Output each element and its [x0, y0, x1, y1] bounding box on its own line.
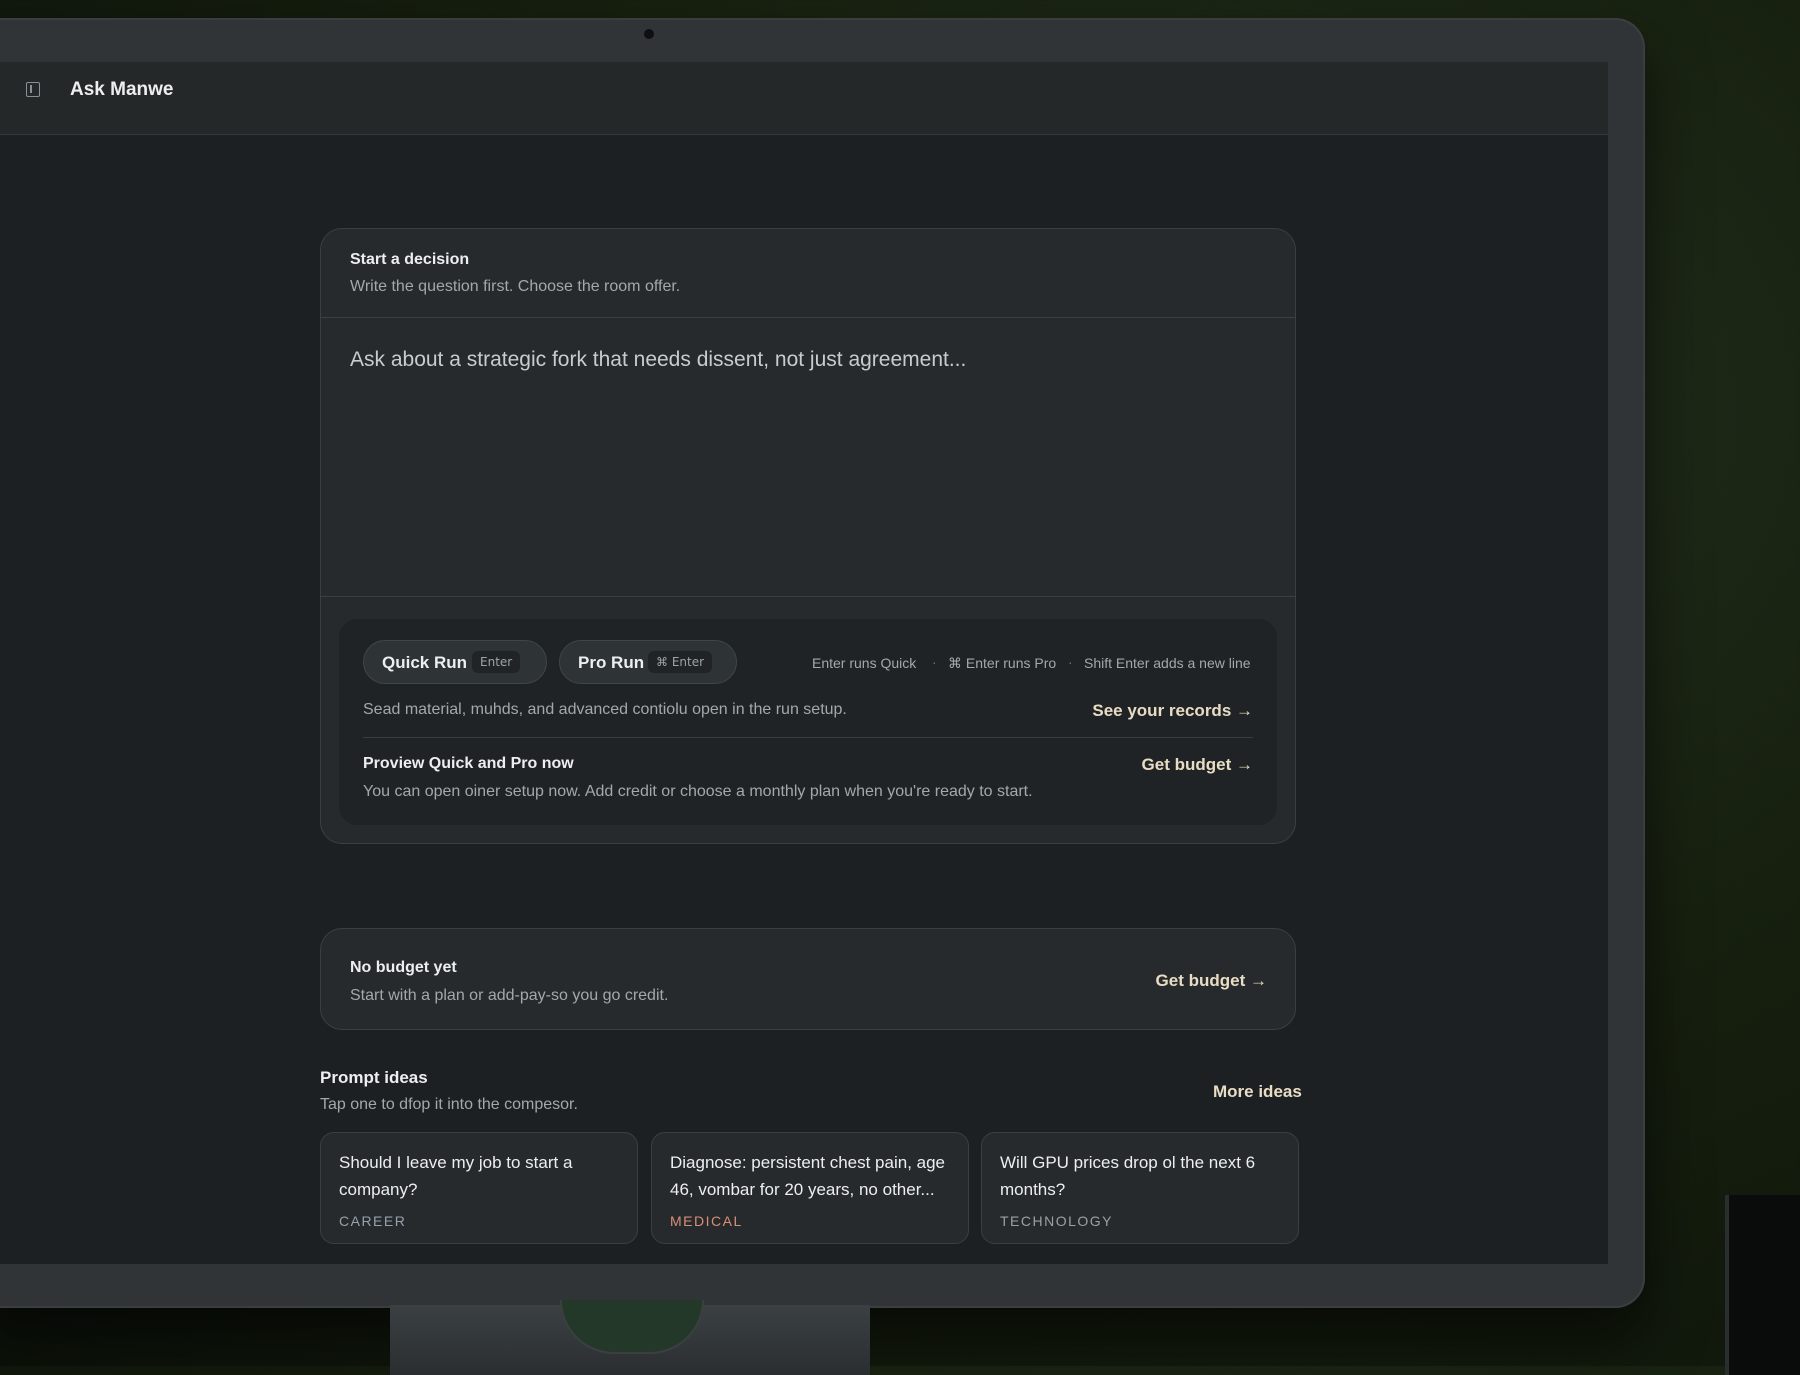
prompt-idea-card[interactable]: Will GPU prices drop ol the next 6 month…	[981, 1132, 1299, 1244]
prompt-idea-text: Diagnose: persistent chest pain, age 46,…	[670, 1153, 946, 1199]
more-ideas-link[interactable]: More ideas	[1213, 1082, 1302, 1102]
budget-title: No budget yet	[350, 959, 457, 976]
pro-run-button[interactable]: Pro Run ⌘ Enter	[559, 640, 737, 684]
decision-composer: Start a decision Write the question firs…	[320, 228, 1296, 844]
divider	[363, 737, 1253, 738]
hint-pro: ⌘ Enter runs Pro	[948, 655, 1057, 671]
sidebar-toggle-icon[interactable]	[26, 82, 40, 97]
pro-run-shortcut: ⌘ Enter	[648, 651, 713, 673]
prompt-idea-tag: TECHNOLOGY	[1000, 1213, 1114, 1229]
prompt-idea-tag: MEDICAL	[670, 1213, 743, 1229]
get-budget-link[interactable]: Get budget →	[1156, 971, 1267, 991]
desk-object	[1725, 1195, 1800, 1375]
prompt-idea-text: Will GPU prices drop ol the next 6 month…	[1000, 1153, 1256, 1199]
composer-header: Start a decision Write the question firs…	[321, 229, 1295, 318]
top-bar: Ask Manwe	[0, 62, 1608, 135]
prompt-ideas-title: Prompt ideas	[320, 1068, 428, 1087]
hint-quick: Enter runs Quick	[812, 655, 917, 671]
composer-subtitle: Write the question first. Choose the roo…	[350, 278, 681, 295]
see-records-link[interactable]: See your records →	[1092, 701, 1253, 721]
setup-note: Sead material, muhds, and advanced conti…	[363, 701, 847, 718]
quick-run-shortcut: Enter	[472, 651, 521, 673]
budget-card: No budget yet Start with a plan or add-p…	[320, 928, 1296, 1030]
budget-subtitle: Start with a plan or add-pay-so you go c…	[350, 987, 669, 1004]
quick-run-label: Quick Run	[382, 653, 468, 672]
question-input[interactable]: Ask about a strategic fork that needs di…	[321, 318, 1295, 597]
prompt-ideas-subtitle: Tap one to dfop it into the compesor.	[320, 1096, 578, 1113]
question-placeholder: Ask about a strategic fork that needs di…	[350, 348, 967, 371]
preview-title: Proview Quick and Pro now	[363, 755, 574, 772]
quick-run-button[interactable]: Quick Run Enter	[363, 640, 547, 684]
hint-newline: Shift Enter adds a new line	[1084, 655, 1251, 671]
app-window: Ask Manwe Start a decision Write the que…	[0, 62, 1608, 1264]
prompt-idea-card[interactable]: Diagnose: persistent chest pain, age 46,…	[651, 1132, 969, 1244]
pro-run-label: Pro Run	[578, 653, 645, 672]
prompt-idea-text: Should I leave my job to start a company…	[339, 1153, 573, 1199]
preview-get-budget-link[interactable]: Get budget →	[1142, 755, 1253, 775]
app-title: Ask Manwe	[70, 79, 174, 100]
composer-title: Start a decision	[350, 251, 470, 268]
run-panel: Quick Run Enter Pro Run ⌘ Enter Enter ru…	[339, 619, 1277, 825]
webcam	[644, 29, 654, 39]
preview-text: You can open oiner setup now. Add credit…	[363, 783, 1033, 800]
prompt-idea-tag: CAREER	[339, 1213, 407, 1229]
hint-separator: ·	[932, 654, 937, 670]
prompt-idea-card[interactable]: Should I leave my job to start a company…	[320, 1132, 638, 1244]
hint-separator: ·	[1068, 654, 1073, 670]
